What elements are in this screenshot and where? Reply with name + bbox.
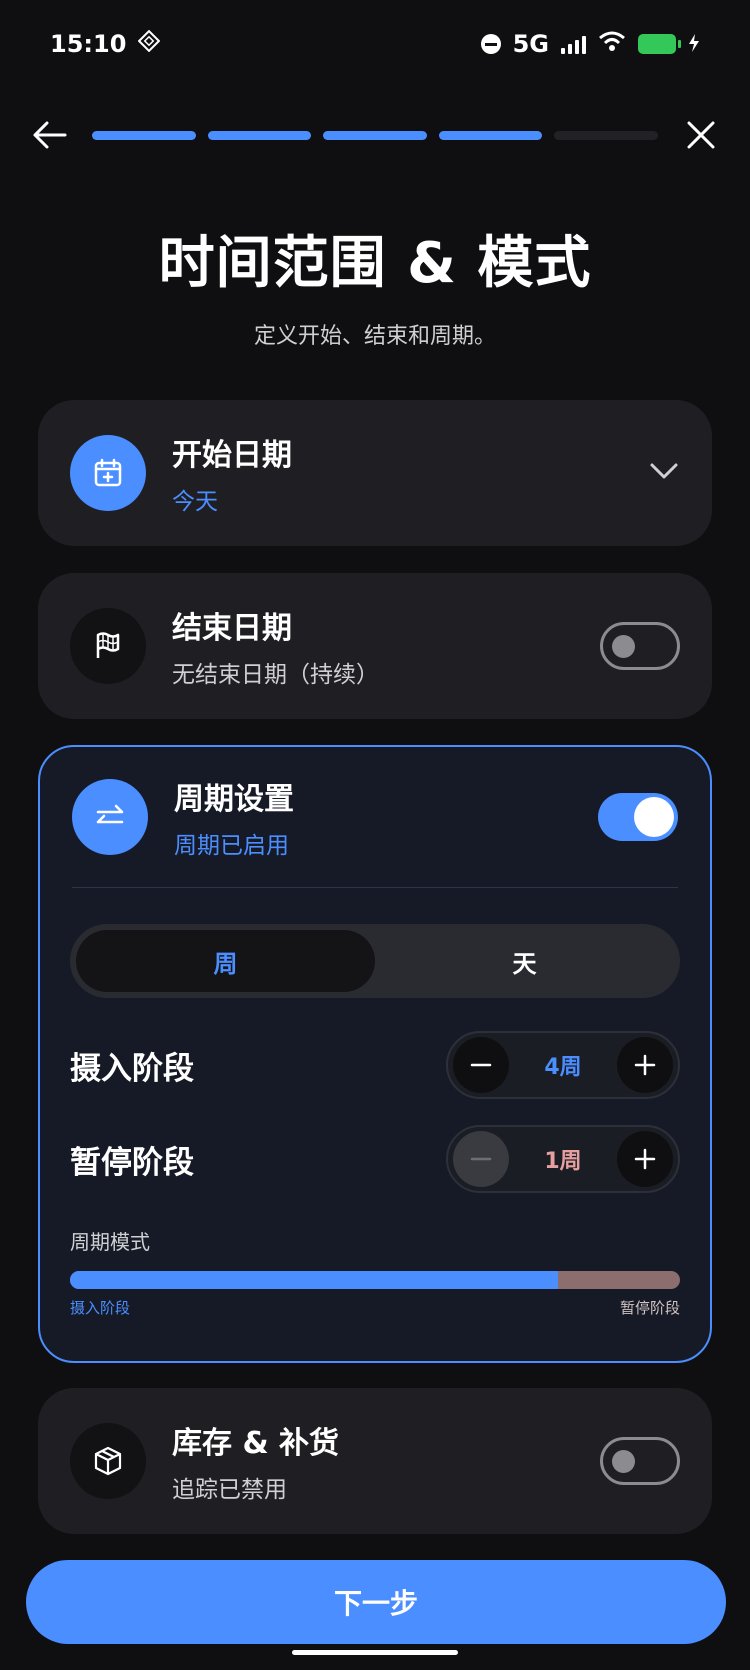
next-button[interactable]: 下一步: [26, 1560, 726, 1644]
cycle-mode-bar: [70, 1271, 680, 1289]
end-date-label: 结束日期: [172, 611, 292, 646]
charging-icon: [688, 30, 700, 58]
unit-option-day[interactable]: 天: [375, 930, 674, 992]
flag-icon: [70, 608, 146, 684]
page-title: 时间范围 & 模式: [158, 231, 592, 296]
intake-decrement-button[interactable]: [453, 1037, 509, 1093]
close-button[interactable]: [676, 110, 726, 160]
swap-arrows-icon: [72, 779, 148, 855]
inventory-card: 库存 & 补货 追踪已禁用: [38, 1388, 712, 1534]
arrow-left-icon: [33, 121, 67, 149]
pause-decrement-button[interactable]: [453, 1131, 509, 1187]
start-date-label: 开始日期: [172, 438, 292, 473]
pause-phase-label: 暂停阶段: [70, 1144, 194, 1181]
home-indicator: [292, 1650, 458, 1655]
cycle-toggle[interactable]: [598, 793, 678, 841]
back-button[interactable]: [24, 110, 74, 160]
cycle-status: 周期已启用: [174, 833, 289, 859]
step-progress: [74, 130, 676, 140]
end-date-toggle[interactable]: [600, 622, 680, 670]
progress-segment: [92, 130, 196, 140]
app-notification-icon: [138, 29, 161, 58]
intake-phase-bar: [70, 1271, 558, 1289]
progress-segment: [554, 130, 658, 140]
intake-increment-button[interactable]: [617, 1037, 673, 1093]
cycle-unit-selector: 周 天: [70, 924, 680, 998]
unit-option-week[interactable]: 周: [76, 930, 375, 992]
pause-phase-row: 暂停阶段 1周: [70, 1112, 680, 1206]
top-nav: [24, 110, 726, 160]
minus-icon: [470, 1063, 492, 1067]
plus-icon: [634, 1054, 656, 1076]
screen: 15:10 5G 时间范围 & 模式 定义开始、结束和周期。 开始日期 今天 结…: [0, 0, 750, 1670]
start-date-card[interactable]: 开始日期 今天: [38, 400, 712, 546]
pause-increment-button[interactable]: [617, 1131, 673, 1187]
cycle-mode-label: 周期模式: [70, 1230, 150, 1254]
calendar-icon: [70, 435, 146, 511]
end-date-card: 结束日期 无结束日期（持续）: [38, 573, 712, 719]
inventory-label: 库存 & 补货: [172, 1426, 340, 1461]
cycle-settings-card: 周期设置 周期已启用 周 天 摄入阶段 4周 暂停阶段 1周 周期模式 摄入阶段…: [38, 745, 712, 1363]
progress-segment: [323, 130, 427, 140]
intake-phase-stepper: 4周: [446, 1031, 680, 1099]
wifi-icon: [598, 30, 626, 58]
inventory-toggle[interactable]: [600, 1437, 680, 1485]
page-subtitle: 定义开始、结束和周期。: [253, 324, 496, 349]
legend-pause: 暂停阶段: [619, 1299, 680, 1317]
progress-segment: [207, 130, 312, 140]
status-bar: 15:10 5G: [50, 28, 700, 60]
legend-intake: 摄入阶段: [70, 1299, 131, 1317]
box-icon: [70, 1423, 146, 1499]
status-time: 15:10: [50, 30, 127, 58]
cycle-mode-legend: 摄入阶段 暂停阶段: [70, 1297, 680, 1318]
chevron-down-icon[interactable]: [648, 461, 680, 485]
progress-segment: [438, 130, 543, 140]
intake-phase-row: 摄入阶段 4周: [70, 1018, 680, 1112]
pause-phase-stepper: 1周: [446, 1125, 680, 1193]
pause-phase-value: 1周: [544, 1149, 582, 1174]
end-date-value: 无结束日期（持续）: [172, 662, 379, 688]
do-not-disturb-icon: [480, 34, 501, 54]
start-date-value: 今天: [172, 489, 218, 515]
network-type: 5G: [512, 30, 549, 58]
cycle-label: 周期设置: [174, 782, 294, 817]
plus-icon: [634, 1148, 656, 1170]
signal-icon: [561, 34, 586, 54]
inventory-status: 追踪已禁用: [172, 1477, 287, 1503]
intake-phase-label: 摄入阶段: [70, 1050, 194, 1087]
close-icon: [687, 121, 715, 149]
battery-icon: [638, 34, 681, 54]
minus-icon: [470, 1157, 492, 1161]
divider: [72, 887, 678, 888]
intake-phase-value: 4周: [544, 1055, 582, 1080]
